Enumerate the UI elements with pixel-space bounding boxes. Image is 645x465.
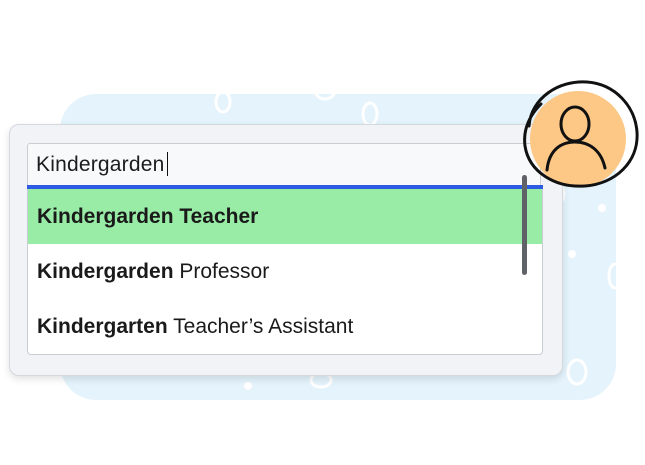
- suggestion-option[interactable]: Kindergarden Teacher: [28, 189, 542, 244]
- suggestion-match-text: Kindergarden Teacher: [37, 205, 259, 228]
- search-input[interactable]: Kindergarden: [36, 144, 168, 186]
- suggestion-match-text: Kindergarden: [37, 260, 174, 283]
- autocomplete-card: Kindergarden Kindergarden Teacher Kinder…: [9, 124, 563, 376]
- suggestion-match-text: Kindergarten: [37, 315, 168, 338]
- suggestion-rest-text: Professor: [173, 260, 270, 283]
- suggestion-rest-text: Teacher’s Assistant: [167, 315, 354, 338]
- suggestion-option[interactable]: Kindergarten Teacher’s Assistant: [28, 299, 542, 354]
- text-caret: [166, 151, 168, 176]
- user-avatar-icon: [523, 80, 639, 188]
- autocomplete-illustration: Kindergarden Kindergarden Teacher Kinder…: [0, 0, 645, 465]
- suggestion-option[interactable]: Kindergarden Professor: [28, 244, 542, 299]
- search-input-value: Kindergarden: [36, 153, 165, 176]
- list-scrollbar[interactable]: [522, 175, 527, 275]
- search-field[interactable]: Kindergarden: [27, 143, 541, 185]
- suggestion-list: Kindergarden Teacher Kindergarden Profes…: [27, 189, 543, 355]
